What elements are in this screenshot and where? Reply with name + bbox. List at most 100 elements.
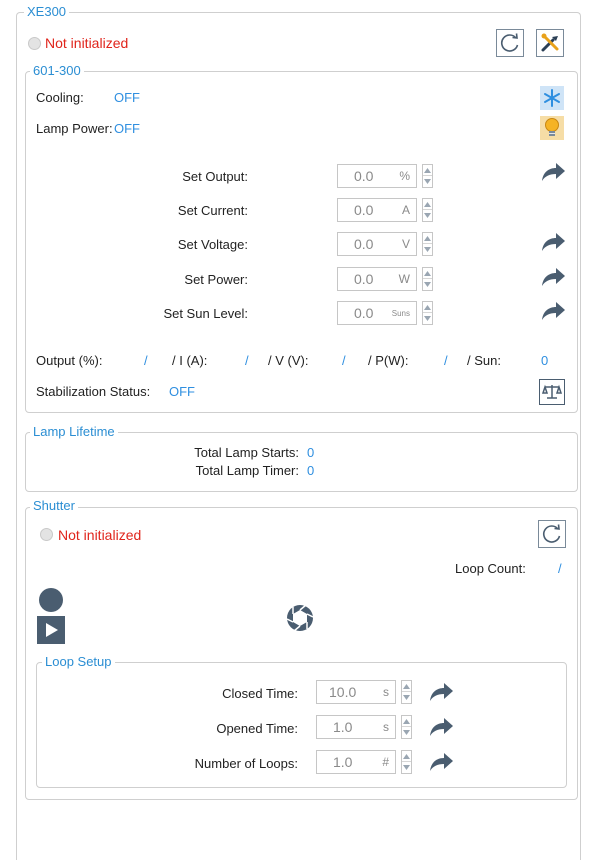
number-of-loops-stepper[interactable]	[401, 750, 412, 774]
cooling-value: OFF	[114, 90, 140, 105]
set-power-stepper[interactable]	[422, 267, 433, 291]
set-voltage-label: Set Voltage:	[177, 237, 248, 252]
opened-time-value: 1.0	[333, 719, 353, 735]
apply-power-button[interactable]	[539, 263, 567, 291]
share-arrow-icon	[430, 753, 453, 771]
share-arrow-icon	[542, 233, 565, 251]
set-power-input[interactable]: 0.0 W	[337, 267, 417, 291]
share-arrow-icon	[542, 302, 565, 320]
stabilization-value: OFF	[169, 384, 195, 399]
set-current-unit: A	[401, 203, 410, 217]
number-of-loops-label: Number of Loops:	[194, 756, 298, 771]
stepper-up-icon[interactable]	[423, 233, 432, 244]
stepper-down-icon[interactable]	[402, 727, 411, 738]
stabilization-label: Stabilization Status:	[36, 384, 151, 399]
set-output-input[interactable]: 0.0 %	[337, 164, 417, 188]
set-current-label: Set Current:	[177, 203, 248, 218]
record-button[interactable]	[37, 586, 65, 614]
closed-time-input[interactable]: 10.0 s	[316, 680, 396, 704]
apply-number-of-loops-button[interactable]	[427, 748, 455, 776]
stepper-up-icon[interactable]	[423, 165, 432, 176]
closed-time-label: Closed Time:	[222, 686, 298, 701]
xe300-refresh-button[interactable]	[496, 29, 524, 57]
number-of-loops-unit: #	[382, 755, 389, 769]
cooling-toggle-button[interactable]	[540, 86, 564, 110]
readout-voltage-label: / V (V):	[268, 353, 309, 368]
closed-time-stepper[interactable]	[401, 680, 412, 704]
set-output-unit: %	[399, 169, 410, 183]
play-button[interactable]	[37, 616, 65, 644]
balance-scale-icon	[542, 384, 562, 399]
stepper-down-icon[interactable]	[423, 210, 432, 221]
stepper-up-icon[interactable]	[423, 268, 432, 279]
loop-setup-group	[36, 662, 567, 788]
share-arrow-icon	[542, 268, 565, 286]
xe300-title: XE300	[24, 4, 70, 20]
xe300-status-indicator	[28, 37, 41, 50]
readout-current-value: /	[245, 353, 249, 368]
set-sun-level-unit: Suns	[391, 308, 410, 318]
stepper-down-icon[interactable]	[423, 176, 432, 187]
set-sun-level-input[interactable]: 0.0 Suns	[337, 301, 417, 325]
readout-sun-label: / Sun:	[467, 353, 501, 368]
lamp-power-toggle-button[interactable]	[540, 116, 564, 140]
stepper-up-icon[interactable]	[423, 302, 432, 313]
apply-sun-level-button[interactable]	[539, 297, 567, 325]
shutter-refresh-button[interactable]	[538, 520, 566, 548]
set-voltage-stepper[interactable]	[422, 232, 433, 256]
xe300-status-text: Not initialized	[45, 35, 129, 51]
set-voltage-input[interactable]: 0.0 V	[337, 232, 417, 256]
loop-count-label: Loop Count:	[455, 561, 526, 576]
stepper-down-icon[interactable]	[402, 762, 411, 773]
stepper-down-icon[interactable]	[423, 279, 432, 290]
readout-sun-value: 0	[541, 353, 549, 368]
set-voltage-unit: V	[401, 237, 410, 251]
stabilization-button[interactable]	[539, 379, 565, 405]
readout-output-label: Output (%):	[36, 353, 103, 368]
shutter-status-indicator	[40, 528, 53, 541]
cooling-label: Cooling:	[36, 90, 84, 105]
set-current-stepper[interactable]	[422, 198, 433, 222]
lamp-601-title: 601-300	[30, 63, 84, 79]
record-icon	[39, 588, 63, 612]
set-current-input[interactable]: 0.0 A	[337, 198, 417, 222]
tools-icon	[541, 33, 559, 52]
readout-output-value: /	[144, 353, 148, 368]
number-of-loops-value: 1.0	[333, 754, 353, 770]
snowflake-icon	[544, 89, 560, 107]
stepper-down-icon[interactable]	[423, 313, 432, 324]
stepper-up-icon[interactable]	[402, 751, 411, 762]
set-output-value: 0.0	[354, 168, 374, 184]
shutter-aperture	[283, 601, 317, 635]
lamp-power-label: Lamp Power:	[36, 121, 113, 136]
readout-current-label: / I (A):	[172, 353, 208, 368]
stepper-up-icon[interactable]	[402, 716, 411, 727]
apply-voltage-button[interactable]	[539, 228, 567, 256]
set-sun-level-stepper[interactable]	[422, 301, 433, 325]
apply-output-button[interactable]	[539, 158, 567, 186]
stepper-down-icon[interactable]	[423, 244, 432, 255]
set-sun-level-label: Set Sun Level:	[163, 306, 248, 321]
xe300-settings-button[interactable]	[536, 29, 564, 57]
lamp-power-value: OFF	[114, 121, 140, 136]
opened-time-input[interactable]: 1.0 s	[316, 715, 396, 739]
shutter-status-text: Not initialized	[58, 527, 142, 543]
opened-time-stepper[interactable]	[401, 715, 412, 739]
stepper-down-icon[interactable]	[402, 692, 411, 703]
lamp-starts-label: Total Lamp Starts:	[194, 445, 299, 460]
lamp-starts-value: 0	[307, 445, 315, 460]
set-sun-level-value: 0.0	[354, 305, 374, 321]
apply-opened-time-button[interactable]	[427, 713, 455, 741]
opened-time-unit: s	[383, 720, 389, 734]
stepper-up-icon[interactable]	[423, 199, 432, 210]
number-of-loops-input[interactable]: 1.0 #	[316, 750, 396, 774]
light-bulb-icon	[545, 118, 559, 136]
refresh-icon	[500, 33, 519, 52]
stepper-up-icon[interactable]	[402, 681, 411, 692]
readout-voltage-value: /	[342, 353, 346, 368]
apply-closed-time-button[interactable]	[427, 678, 455, 706]
set-power-unit: W	[398, 272, 410, 286]
shutter-title: Shutter	[30, 498, 78, 514]
readout-power-label: / P(W):	[368, 353, 409, 368]
set-output-stepper[interactable]	[422, 164, 433, 188]
